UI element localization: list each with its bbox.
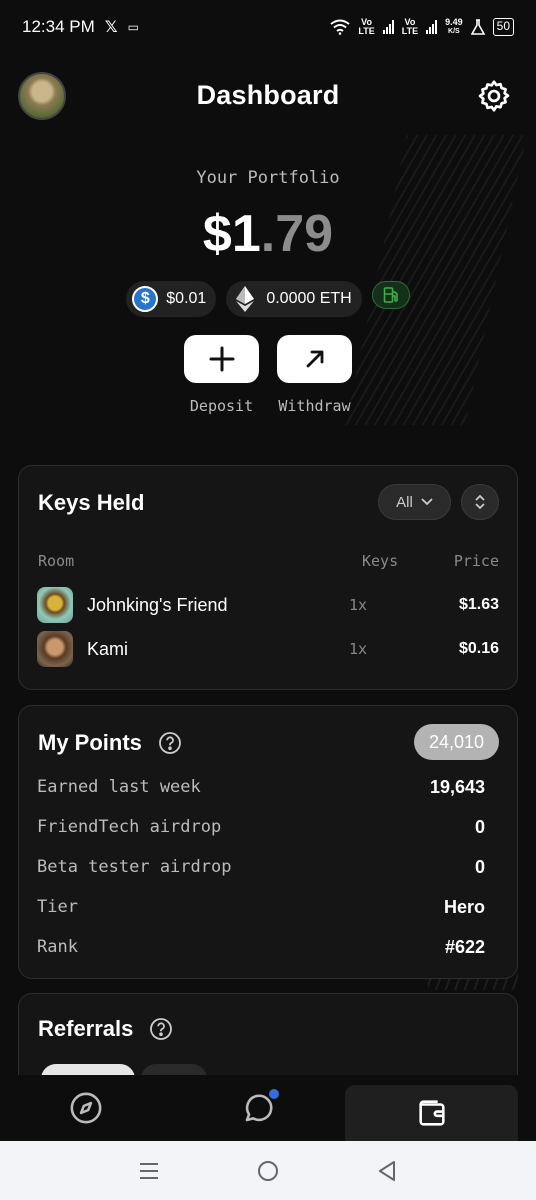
- bottom-navigation: [0, 1075, 536, 1141]
- nav-wallet[interactable]: [345, 1085, 519, 1141]
- chevron-down-icon: [421, 498, 433, 506]
- wallet-icon: [419, 1100, 445, 1126]
- points-row-value: 0: [474, 856, 485, 877]
- network-speed: 9.49 K/S: [445, 17, 463, 36]
- help-icon[interactable]: [149, 1017, 173, 1041]
- usdc-icon: $: [132, 286, 159, 312]
- page-title: Dashboard: [196, 80, 340, 110]
- gear-icon[interactable]: [476, 78, 512, 114]
- points-row-label: Beta tester airdrop: [37, 857, 232, 877]
- points-row-label: Tier: [37, 897, 78, 917]
- room-avatar: [37, 631, 73, 667]
- points-row-value: Hero: [443, 896, 485, 917]
- withdraw-action: Withdraw: [277, 335, 352, 415]
- referrals-header: Referrals: [38, 1016, 173, 1042]
- eth-balance: 0.0000 ETH: [266, 290, 352, 307]
- flask-icon: [470, 19, 485, 35]
- room-keys: 1x: [349, 596, 368, 614]
- points-row-value: 0: [474, 816, 485, 837]
- volte-label-1: Vo LTE: [358, 17, 375, 36]
- sort-icon: [475, 494, 485, 510]
- help-icon[interactable]: [158, 731, 182, 755]
- usdc-balance-chip[interactable]: $ $0.01: [126, 281, 217, 317]
- keys-held-card: Keys Held All Room Keys Price Johnking's…: [18, 465, 518, 690]
- points-total-badge: 24,010: [414, 724, 499, 760]
- portfolio-value-decimal: .79: [260, 205, 334, 263]
- compass-icon: [70, 1092, 102, 1124]
- points-row-label: Rank: [37, 937, 78, 957]
- eth-balance-chip[interactable]: 0.0000 ETH: [226, 281, 362, 317]
- points-row-value: 19,643: [429, 776, 485, 797]
- table-row[interactable]: Kami 1x $0.16: [37, 631, 499, 667]
- referrals-title: Referrals: [38, 1016, 134, 1041]
- usdc-balance: $0.01: [166, 290, 207, 307]
- gas-button[interactable]: [371, 281, 410, 309]
- sort-button[interactable]: [461, 484, 499, 520]
- app-header: Dashboard: [0, 70, 536, 124]
- volte-label-2: Vo LTE: [401, 17, 419, 36]
- room-price: $1.63: [458, 596, 499, 613]
- balance-chips: $ $0.01 0.0000 ETH: [0, 281, 536, 317]
- message-icon: ▭: [127, 20, 139, 34]
- status-bar: 12:34 PM 𝕏 ▭ Vo LTE Vo LTE 9.49 K/S 50: [0, 0, 536, 54]
- withdraw-button[interactable]: [277, 335, 352, 383]
- back-triangle-icon[interactable]: [376, 1159, 398, 1183]
- keys-filter-label: All: [396, 493, 413, 511]
- points-row-label: Earned last week: [37, 777, 201, 797]
- wifi-icon: [330, 19, 351, 35]
- gas-pump-icon: [383, 287, 398, 303]
- withdraw-label: Withdraw: [278, 397, 351, 415]
- notification-dot: [268, 1089, 279, 1099]
- points-row: Beta tester airdrop 0: [37, 854, 485, 880]
- home-circle-icon[interactable]: [256, 1159, 280, 1183]
- points-row-label: FriendTech airdrop: [37, 817, 222, 837]
- points-row-value: #622: [444, 936, 485, 957]
- status-time: 12:34 PM: [22, 17, 95, 36]
- deposit-action: Deposit: [184, 335, 259, 415]
- keys-filter-dropdown[interactable]: All: [378, 484, 451, 520]
- table-row[interactable]: Johnking's Friend 1x $1.63: [37, 587, 499, 623]
- room-avatar: [37, 587, 73, 623]
- arrow-up-right-icon: [306, 350, 323, 368]
- nav-chats[interactable]: [173, 1075, 346, 1141]
- recents-menu-icon[interactable]: [138, 1161, 160, 1181]
- signal-icon-2: [426, 20, 438, 34]
- portfolio-value-whole: $1: [202, 205, 261, 263]
- my-points-header: My Points: [38, 730, 182, 756]
- my-points-title: My Points: [38, 730, 142, 755]
- column-header-keys: Keys: [362, 552, 399, 570]
- my-points-card: My Points 24,010 Earned last week 19,643…: [18, 705, 518, 979]
- points-row: Earned last week 19,643: [37, 774, 485, 800]
- system-navigation-bar: [0, 1141, 536, 1200]
- ethereum-icon: [232, 286, 258, 312]
- room-price: $0.16: [458, 640, 499, 657]
- nav-explore[interactable]: [0, 1075, 173, 1141]
- column-header-room: Room: [38, 552, 75, 570]
- points-row: FriendTech airdrop 0: [37, 814, 485, 840]
- x-logo-icon: 𝕏: [104, 19, 118, 36]
- points-row: Rank #622: [37, 934, 485, 960]
- deposit-label: Deposit: [189, 397, 254, 415]
- portfolio-label: Your Portfolio: [196, 168, 340, 188]
- portfolio-value: $1.79: [0, 204, 536, 264]
- keys-held-title: Keys Held: [38, 490, 145, 515]
- room-keys: 1x: [349, 640, 368, 658]
- portfolio-actions: Deposit Withdraw: [0, 335, 536, 415]
- points-row: Tier Hero: [37, 894, 485, 920]
- room-name: Johnking's Friend: [87, 594, 228, 615]
- signal-icon: [382, 20, 394, 34]
- battery-indicator: 50: [492, 18, 514, 36]
- deposit-button[interactable]: [184, 335, 259, 383]
- plus-icon: [209, 346, 234, 372]
- room-name: Kami: [87, 638, 129, 659]
- column-header-price: Price: [453, 552, 499, 570]
